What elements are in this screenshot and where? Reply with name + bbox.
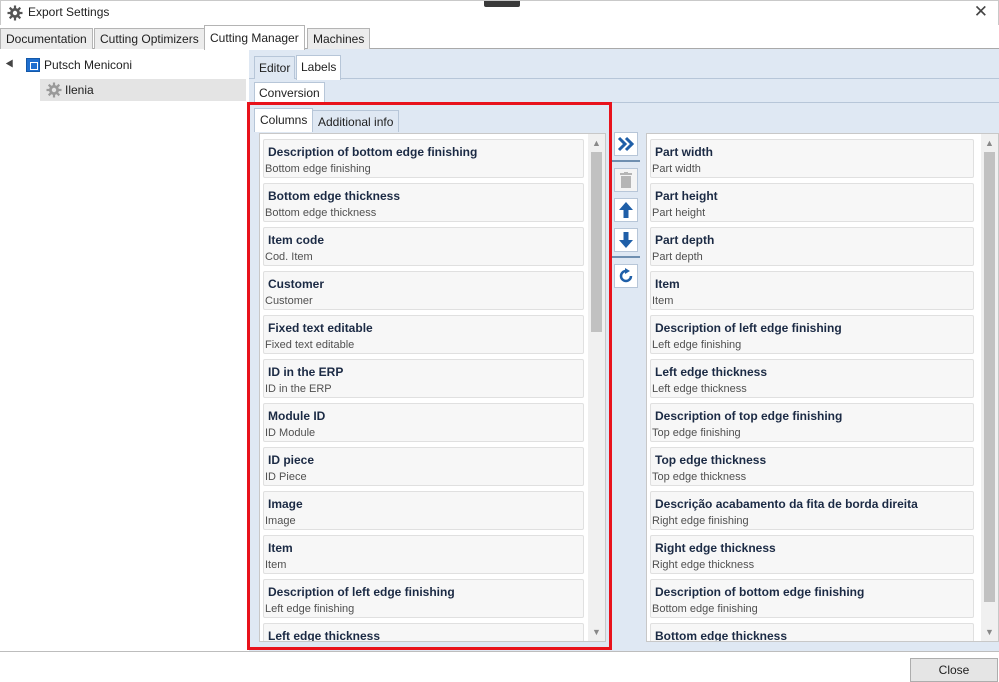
available-columns-list[interactable]: Description of bottom edge finishing Bott…: [259, 133, 606, 642]
list-item[interactable]: Description of left edge finishing Left e…: [650, 315, 974, 354]
list-item[interactable]: Module ID ID Module: [263, 403, 584, 442]
toolbar-separator: [612, 256, 640, 258]
list-item[interactable]: Part height Part height: [650, 183, 974, 222]
list-item[interactable]: Descrição acabamento da fita de borda di…: [650, 491, 974, 530]
tab-editor[interactable]: Editor: [254, 56, 296, 79]
scroll-down-icon[interactable]: ▼: [588, 625, 605, 639]
scroll-thumb[interactable]: [984, 152, 995, 602]
scroll-up-icon[interactable]: ▲: [981, 136, 998, 150]
tab-cutting-optimizers[interactable]: Cutting Optimizers: [94, 28, 205, 49]
tree-node-child-label: Ilenia: [65, 83, 94, 97]
tab-columns[interactable]: Columns: [254, 108, 314, 132]
list-item[interactable]: Top edge thickness Top edge thickness: [650, 447, 974, 486]
machine-gear-icon: [46, 82, 62, 98]
list-item[interactable]: Part width Part width: [650, 139, 974, 178]
list-item[interactable]: Left edge thickness: [263, 623, 584, 641]
tab-additional-info[interactable]: Additional info: [312, 110, 400, 132]
list-item[interactable]: Left edge thickness Left edge thickness: [650, 359, 974, 398]
sub-tab-strip: Editor Labels: [249, 49, 999, 80]
list-item[interactable]: ID in the ERP ID in the ERP: [263, 359, 584, 398]
list-item[interactable]: Part depth Part depth: [650, 227, 974, 266]
move-up-button[interactable]: [614, 198, 638, 222]
tab-machines[interactable]: Machines: [307, 28, 371, 49]
list-item[interactable]: Bottom edge thickness Bottom edge thickne…: [263, 183, 584, 222]
close-button[interactable]: Close: [910, 658, 998, 682]
expand-arrow-icon[interactable]: [5, 59, 17, 70]
list-item[interactable]: Description of bottom edge finishing Bott…: [650, 579, 974, 618]
arrow-down-icon: [619, 232, 633, 248]
list-item[interactable]: Right edge thickness Right edge thickness: [650, 535, 974, 574]
scroll-down-icon[interactable]: ▼: [981, 625, 998, 639]
list-item[interactable]: Customer Customer: [263, 271, 584, 310]
list-item[interactable]: ID piece ID Piece: [263, 447, 584, 486]
tab-labels[interactable]: Labels: [296, 55, 342, 80]
list-item[interactable]: Item Item: [263, 535, 584, 574]
list-item[interactable]: Item code Cod. Item: [263, 227, 584, 266]
arrow-up-icon: [619, 202, 633, 218]
delete-column-button[interactable]: [614, 168, 638, 192]
tree-node-child[interactable]: Ilenia: [40, 79, 246, 101]
tab-documentation[interactable]: Documentation: [0, 28, 93, 49]
title-bar: Export Settings ✕: [0, 0, 999, 25]
tree-node-root-label: Putsch Meniconi: [44, 58, 133, 72]
double-chevron-right-icon: [617, 136, 635, 152]
trash-icon: [620, 172, 632, 188]
tab-conversion[interactable]: Conversion: [254, 82, 325, 103]
gear-icon: [7, 5, 23, 21]
dialog-footer: Close: [0, 651, 999, 682]
title-notch: [484, 1, 520, 7]
move-down-button[interactable]: [614, 228, 638, 252]
toolbar-separator: [612, 160, 640, 162]
window-title: Export Settings: [28, 5, 110, 19]
list-item[interactable]: Image Image: [263, 491, 584, 530]
list-item[interactable]: Item Item: [650, 271, 974, 310]
add-column-button[interactable]: [614, 132, 638, 156]
list-item[interactable]: Bottom edge thickness: [650, 623, 974, 641]
list-item[interactable]: Description of top edge finishing Top edg…: [650, 403, 974, 442]
selected-list-scrollbar[interactable]: ▲ ▼: [981, 134, 998, 641]
tab-cutting-manager[interactable]: Cutting Manager: [204, 25, 305, 50]
list-item[interactable]: Fixed text editable Fixed text editable: [263, 315, 584, 354]
available-list-scrollbar[interactable]: ▲ ▼: [588, 134, 605, 641]
tree-node-root[interactable]: Putsch Meniconi: [0, 55, 249, 77]
refresh-icon: [619, 268, 633, 283]
scroll-up-icon[interactable]: ▲: [588, 136, 605, 150]
company-icon: [26, 58, 40, 72]
scroll-thumb[interactable]: [591, 152, 602, 332]
reset-button[interactable]: [614, 264, 638, 288]
tree-panel: Putsch Meniconi: [0, 49, 249, 651]
selected-columns-list[interactable]: Part width Part width Part height Part hei…: [646, 133, 999, 642]
window-close-icon[interactable]: ✕: [974, 3, 988, 21]
list-item[interactable]: Description of left edge finishing Left e…: [263, 579, 584, 618]
main-tab-strip: Documentation Cutting Optimizers Cutting…: [0, 25, 999, 50]
list-item[interactable]: Description of bottom edge finishing Bott…: [263, 139, 584, 178]
